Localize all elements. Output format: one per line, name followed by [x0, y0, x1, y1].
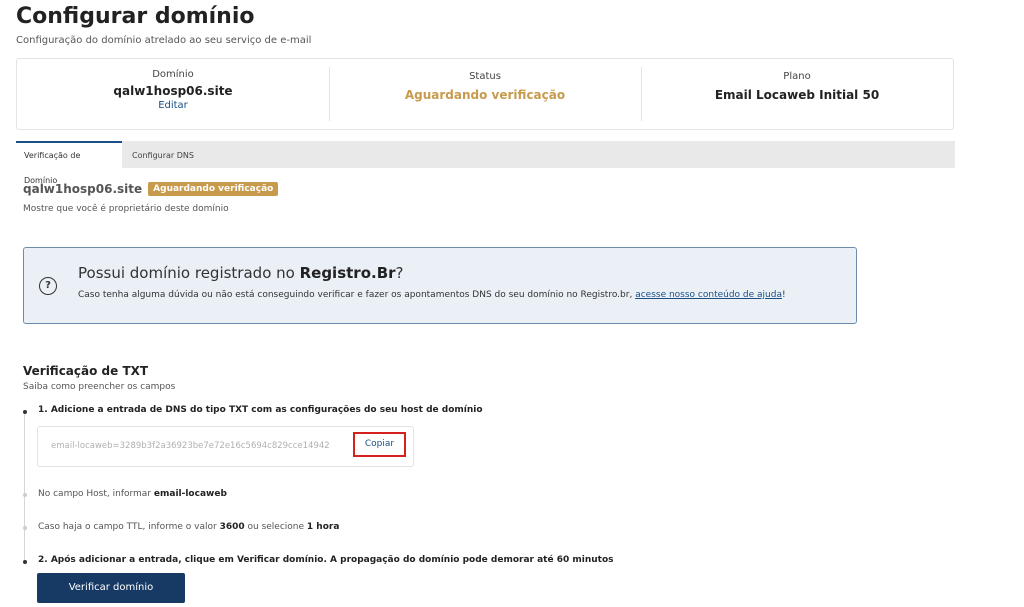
status-value: Aguardando verificação — [404, 88, 566, 102]
verification-description: Mostre que você é proprietário deste dom… — [23, 204, 229, 214]
edit-domain-link[interactable]: Editar — [17, 100, 329, 111]
tab-configure-dns[interactable]: Configurar DNS — [124, 141, 202, 168]
ttl-bullet — [23, 526, 27, 530]
host-instruction: No campo Host, informar email-locaweb — [38, 489, 227, 499]
ttl-instruction: Caso haja o campo TTL, informe o valor 3… — [38, 522, 340, 532]
plan-label: Plano — [783, 71, 811, 82]
txt-section-subtitle: Saiba como preencher os campos — [23, 382, 176, 392]
dns-txt-value: email-locaweb=3289b3f2a36923be7e72e16c56… — [51, 441, 330, 451]
summary-domain: Domínio qalw1hosp06.site Editar — [17, 59, 329, 129]
status-label: Status — [469, 71, 501, 82]
summary-plan: Plano Email Locaweb Initial 50 — [641, 59, 953, 129]
step2-bullet — [23, 560, 27, 564]
tab-domain-verification[interactable]: Verificação de Domínio — [16, 141, 122, 185]
step1-text: 1. Adicione a entrada de DNS do tipo TXT… — [38, 405, 483, 415]
step1-bullet — [23, 410, 27, 414]
verification-header: qalw1hosp06.site Aguardando verificação — [23, 182, 279, 196]
timeline-line — [24, 413, 25, 563]
page-title: Configurar domínio — [16, 4, 255, 29]
verify-domain-button[interactable]: Verificar domínio — [37, 573, 185, 603]
dns-entry-box: email-locaweb=3289b3f2a36923be7e72e16c56… — [37, 426, 414, 467]
plan-value: Email Locaweb Initial 50 — [714, 88, 880, 102]
page-subtitle: Configuração do domínio atrelado ao seu … — [16, 35, 312, 46]
registro-br-info-box: ? Possui domínio registrado no Registro.… — [23, 247, 857, 324]
status-badge: Aguardando verificação — [148, 182, 279, 196]
question-circle-icon: ? — [39, 277, 57, 295]
host-bullet — [23, 493, 27, 497]
step2-text: 2. Após adicionar a entrada, clique em V… — [38, 555, 614, 565]
summary-status: Status Aguardando verificação — [329, 59, 641, 129]
info-text: Caso tenha alguma dúvida ou não está con… — [78, 290, 786, 300]
copy-button[interactable]: Copiar — [353, 432, 406, 457]
txt-section-title: Verificação de TXT — [23, 364, 149, 378]
tabs-bar: Verificação de Domínio Configurar DNS — [16, 141, 955, 185]
domain-summary-card: Domínio qalw1hosp06.site Editar Status A… — [16, 58, 954, 130]
verification-domain: qalw1hosp06.site — [23, 182, 143, 196]
domain-value: qalw1hosp06.site — [113, 84, 233, 98]
domain-label: Domínio — [152, 69, 194, 80]
help-content-link[interactable]: acesse nosso conteúdo de ajuda — [635, 290, 782, 300]
info-title: Possui domínio registrado no Registro.Br… — [78, 264, 404, 282]
